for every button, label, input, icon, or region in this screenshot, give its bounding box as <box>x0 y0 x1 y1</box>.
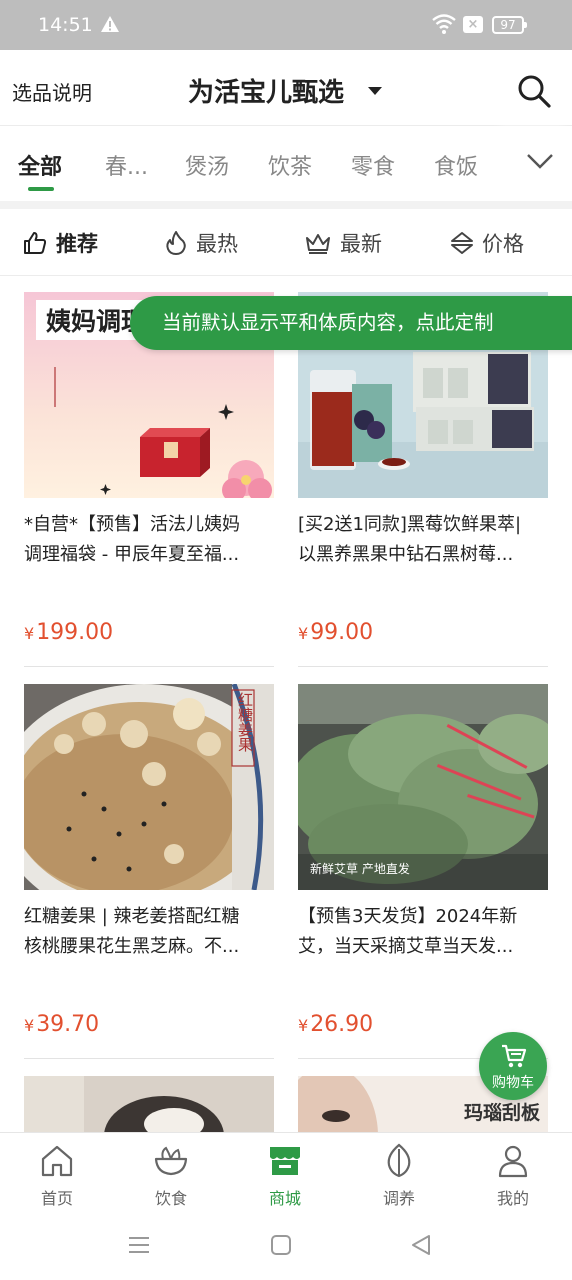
tab-snacks[interactable]: 零食 <box>351 149 395 181</box>
status-bar: 14:51 × 97 <box>0 0 572 50</box>
cart-button[interactable]: 购物车 <box>479 1032 547 1100</box>
card-divider <box>24 666 274 667</box>
store-icon <box>270 1147 300 1175</box>
nav-mall-label: 商城 <box>268 1189 301 1208</box>
sort-hottest-label: 最热 <box>196 232 238 256</box>
caret-down-icon[interactable] <box>368 87 382 95</box>
page-title[interactable]: 为活宝儿甄选 <box>188 72 344 109</box>
chevron-down-icon <box>527 154 553 169</box>
nav-me[interactable]: 我的 <box>456 1133 570 1215</box>
section-divider <box>0 201 572 209</box>
leaf-icon <box>387 1143 411 1178</box>
system-nav-bar <box>0 1214 572 1280</box>
sort-newest-label: 最新 <box>340 232 382 256</box>
product-image[interactable] <box>24 1076 274 1132</box>
back-icon[interactable] <box>410 1234 432 1256</box>
search-icon[interactable] <box>516 73 552 109</box>
nav-mall[interactable]: 商城 <box>228 1133 342 1215</box>
wifi-icon <box>432 14 456 34</box>
sort-bar: 推荐 最热 最新 价格 <box>0 209 572 276</box>
product-price: ¥199.00 <box>24 620 114 645</box>
bowl-icon <box>154 1146 188 1176</box>
product-card[interactable]: 新鲜艾草 产地直发 【预售3天发货】2024年新 艾，当天采摘艾草当天发... … <box>298 684 548 1060</box>
sort-recommend[interactable]: 推荐 <box>22 229 98 257</box>
sort-recommend-label: 推荐 <box>56 232 98 256</box>
flame-icon <box>166 231 186 255</box>
user-icon <box>498 1145 528 1178</box>
tab-spring[interactable]: 春... <box>105 149 148 181</box>
product-image[interactable]: 红糖姜果 <box>24 684 274 890</box>
product-name[interactable]: [买2送1同款]黑莓饮鲜果萃| 以黑养黑果中钻石黑树莓... <box>298 510 548 570</box>
sort-price-label: 价格 <box>482 232 524 256</box>
home-square-icon[interactable] <box>270 1234 292 1256</box>
product-card[interactable] <box>24 1076 274 1132</box>
tab-tea[interactable]: 饮茶 <box>268 149 312 181</box>
product-price: ¥99.00 <box>298 620 374 645</box>
nav-home[interactable]: 首页 <box>0 1133 114 1215</box>
thumbs-up-icon <box>24 232 47 254</box>
expand-categories-button[interactable] <box>508 127 572 201</box>
category-tabs: 全部 春... 煲汤 饮茶 零食 食饭 <box>0 127 572 201</box>
bottom-nav: 首页 饮食 商城 调养 我的 <box>0 1132 572 1214</box>
tab-meals[interactable]: 食饭 <box>434 149 478 181</box>
active-tab-indicator <box>28 187 54 191</box>
top-header: 选品说明 为活宝儿甄选 <box>0 50 572 126</box>
product-price: ¥39.70 <box>24 1012 100 1037</box>
tab-soup[interactable]: 煲汤 <box>185 149 229 181</box>
warning-icon <box>101 16 119 32</box>
card-divider <box>298 666 548 667</box>
nav-diet-label: 饮食 <box>154 1189 187 1208</box>
home-icon <box>41 1145 73 1177</box>
tab-all[interactable]: 全部 <box>18 149 62 181</box>
product-card[interactable]: 红糖姜果 红糖姜果 | 辣老姜搭配红糖 核桃腰果花生黑芝麻。不... ¥39.7… <box>24 684 274 1060</box>
product-image-caption: 新鲜艾草 产地直发 <box>310 862 410 876</box>
product-name[interactable]: 红糖姜果 | 辣老姜搭配红糖 核桃腰果花生黑芝麻。不... <box>24 902 274 962</box>
no-sim-icon: × <box>463 16 483 33</box>
nav-home-label: 首页 <box>40 1189 73 1208</box>
product-image-caption: 红糖姜果 <box>236 692 254 752</box>
sort-hottest[interactable]: 最热 <box>164 229 238 257</box>
sort-price[interactable]: 价格 <box>450 229 524 257</box>
sort-up-down-icon <box>451 232 473 254</box>
cart-label: 购物车 <box>492 1075 534 1091</box>
product-image[interactable]: 新鲜艾草 产地直发 <box>298 684 548 890</box>
product-name[interactable]: 【预售3天发货】2024年新 艾，当天采摘艾草当天发... <box>298 902 548 962</box>
nav-care-label: 调养 <box>382 1189 415 1208</box>
nav-me-label: 我的 <box>496 1189 529 1208</box>
nav-care[interactable]: 调养 <box>342 1133 456 1215</box>
battery-icon: 97 <box>492 16 527 34</box>
crown-icon <box>306 234 330 254</box>
product-name[interactable]: *自营*【预售】活法儿姨妈 调理福袋 - 甲辰年夏至福... <box>24 510 274 570</box>
shopping-cart-icon <box>502 1044 527 1068</box>
status-time: 14:51 <box>38 14 93 36</box>
sort-newest[interactable]: 最新 <box>304 229 382 257</box>
nav-diet[interactable]: 饮食 <box>114 1133 228 1215</box>
product-price: ¥26.90 <box>298 1012 374 1037</box>
product-image-caption: 玛瑙刮板 <box>464 1102 541 1124</box>
customize-banner[interactable]: 当前默认显示平和体质内容，点此定制 <box>130 296 572 350</box>
card-divider <box>24 1058 274 1059</box>
selection-explain-link[interactable]: 选品说明 <box>12 77 92 106</box>
menu-icon[interactable] <box>128 1234 150 1256</box>
